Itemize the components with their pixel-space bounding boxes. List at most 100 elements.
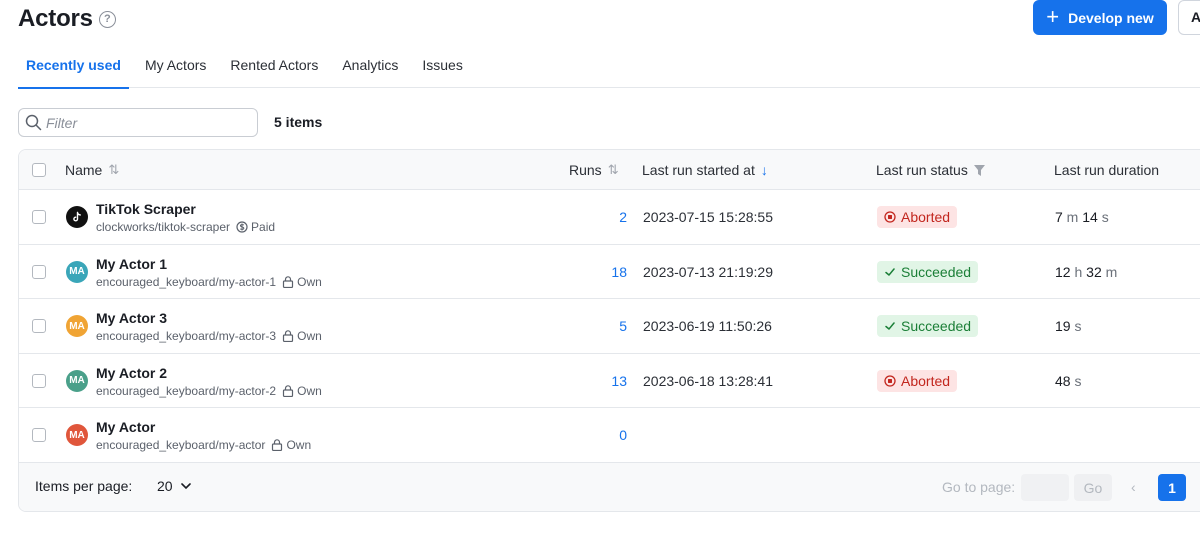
go-button[interactable]: Go xyxy=(1074,474,1112,501)
status-badge[interactable]: Succeeded xyxy=(877,315,979,338)
column-runs[interactable]: Runs ⇅ xyxy=(569,150,619,190)
actor-avatar: MA xyxy=(66,260,88,283)
filter-field[interactable] xyxy=(18,108,258,137)
checkmark-icon xyxy=(885,267,895,276)
actor-tag: Own xyxy=(282,275,322,289)
actor-name[interactable]: My Actor 2 xyxy=(96,365,167,381)
runs-count[interactable]: 0 xyxy=(579,408,627,462)
plus-icon: + xyxy=(1046,3,1060,29)
actor-tag: Own xyxy=(282,384,322,398)
actor-meta: encouraged_keyboard/my-actor-3 Own xyxy=(96,329,322,343)
sort-icon: ⇅ xyxy=(108,162,120,177)
duration-unit: s xyxy=(1070,318,1082,335)
actor-meta: clockworks/tiktok-scraper Paid xyxy=(96,220,275,234)
runs-count[interactable]: 18 xyxy=(579,245,627,299)
duration-unit: m xyxy=(1062,209,1083,225)
column-last-status-label: Last run status xyxy=(876,162,968,178)
duration-unit: h xyxy=(1070,263,1087,280)
actor-tag-label: Own xyxy=(297,329,322,344)
actor-slug: encouraged_keyboard/my-actor xyxy=(96,438,266,453)
checkmark-icon xyxy=(885,322,895,330)
status-label: Aborted xyxy=(901,372,951,389)
actors-table: Name ⇅ Runs ⇅ Last run started at ↓ Last… xyxy=(18,149,1200,512)
duration-value: 19 xyxy=(1055,318,1071,335)
duration-unit: s xyxy=(1097,209,1109,225)
actor-tag-label: Own xyxy=(297,383,322,398)
row-checkbox[interactable] xyxy=(32,319,46,334)
row-checkbox[interactable] xyxy=(32,428,46,443)
last-run-started: 2023-06-18 13:28:41 xyxy=(643,372,773,389)
page-button-current[interactable]: 1 xyxy=(1158,474,1186,501)
actor-slug: encouraged_keyboard/my-actor-3 xyxy=(96,329,277,344)
column-last-started[interactable]: Last run started at ↓ xyxy=(642,150,768,190)
row-checkbox[interactable] xyxy=(32,264,46,279)
duration-unit: m xyxy=(1101,263,1118,280)
actor-avatar: MA xyxy=(66,369,88,392)
items-count: 5 items xyxy=(274,114,323,130)
last-run-started: 2023-07-15 15:28:55 xyxy=(643,209,773,225)
last-run-started: 2023-07-13 21:19:29 xyxy=(643,263,773,280)
duration-value: 12 xyxy=(1055,263,1071,280)
actor-name[interactable]: TikTok Scraper xyxy=(96,201,196,217)
column-name[interactable]: Name ⇅ xyxy=(65,150,119,190)
tiktok-logo-icon xyxy=(73,211,81,222)
column-name-label: Name xyxy=(65,162,103,178)
items-per-page-select[interactable]: 20 xyxy=(157,478,191,494)
last-run-duration: 19 s xyxy=(1055,299,1081,353)
items-per-page-value: 20 xyxy=(157,478,173,494)
select-all-checkbox[interactable] xyxy=(32,163,46,177)
actor-tag-label: Own xyxy=(297,274,322,289)
duration-value: 48 xyxy=(1055,372,1071,389)
help-icon[interactable]: ? xyxy=(98,10,116,28)
column-last-duration[interactable]: Last run duration xyxy=(1054,150,1159,190)
runs-count[interactable]: 2 xyxy=(579,190,627,244)
actor-meta: encouraged_keyboard/my-actor-1 Own xyxy=(96,275,322,289)
last-run-duration: 48 s xyxy=(1055,354,1081,408)
table-header: Name ⇅ Runs ⇅ Last run started at ↓ Last… xyxy=(19,150,1200,190)
tab-analytics[interactable]: Analytics xyxy=(334,46,406,88)
tab-my-actors[interactable]: My Actors xyxy=(137,46,214,88)
search-icon xyxy=(25,114,42,131)
actor-tag: Own xyxy=(282,329,322,343)
column-last-duration-label: Last run duration xyxy=(1054,162,1160,178)
table-row: MA My Actor encouraged_keyboard/my-actor Ow… xyxy=(19,408,1200,463)
actor-name[interactable]: My Actor 3 xyxy=(96,310,167,326)
actor-avatar xyxy=(66,206,88,228)
column-runs-label: Runs xyxy=(569,162,602,178)
secondary-header-button[interactable]: A xyxy=(1178,0,1200,35)
tab-recently-used[interactable]: Recently used xyxy=(18,46,129,89)
filter-input[interactable] xyxy=(46,114,246,131)
chevron-left-icon[interactable]: ‹ xyxy=(1131,479,1136,495)
dollar-coin-icon xyxy=(236,221,248,233)
sort-icon: ⇅ xyxy=(607,162,619,177)
row-checkbox[interactable] xyxy=(32,373,46,388)
develop-new-button[interactable]: + Develop new xyxy=(1033,0,1167,35)
lock-icon xyxy=(283,385,294,397)
status-badge[interactable]: Succeeded xyxy=(877,260,979,283)
status-badge[interactable]: Aborted xyxy=(877,206,958,228)
page-header: Actors ? xyxy=(18,4,116,34)
runs-count[interactable]: 13 xyxy=(579,354,627,408)
actor-tag-label: Paid xyxy=(251,220,276,234)
tab-rented-actors[interactable]: Rented Actors xyxy=(222,46,326,88)
actor-name[interactable]: My Actor 1 xyxy=(96,256,167,272)
table-row: MA My Actor 3 encouraged_keyboard/my-actor… xyxy=(19,299,1200,354)
chevron-down-icon xyxy=(180,482,191,489)
actor-name[interactable]: My Actor xyxy=(96,419,155,435)
duration-value: 14 xyxy=(1082,209,1098,225)
actor-avatar: MA xyxy=(66,424,88,447)
table-footer: Items per page: 20 Go to page: Go ‹ 1 xyxy=(19,463,1200,511)
go-to-page-input[interactable] xyxy=(1021,474,1069,501)
actor-slug: encouraged_keyboard/my-actor-1 xyxy=(96,274,277,289)
items-per-page-label: Items per page: xyxy=(35,478,133,494)
row-checkbox[interactable] xyxy=(32,210,46,224)
lock-icon xyxy=(272,439,283,452)
runs-count[interactable]: 5 xyxy=(579,299,627,353)
column-last-status[interactable]: Last run status xyxy=(876,150,985,190)
tab-issues[interactable]: Issues xyxy=(414,46,470,88)
actor-slug: clockworks/tiktok-scraper xyxy=(96,220,231,234)
status-badge[interactable]: Aborted xyxy=(877,369,958,392)
table-row: MA My Actor 1 encouraged_keyboard/my-actor… xyxy=(19,245,1200,300)
filter-funnel-icon[interactable] xyxy=(973,164,985,176)
status-label: Succeeded xyxy=(901,318,972,335)
